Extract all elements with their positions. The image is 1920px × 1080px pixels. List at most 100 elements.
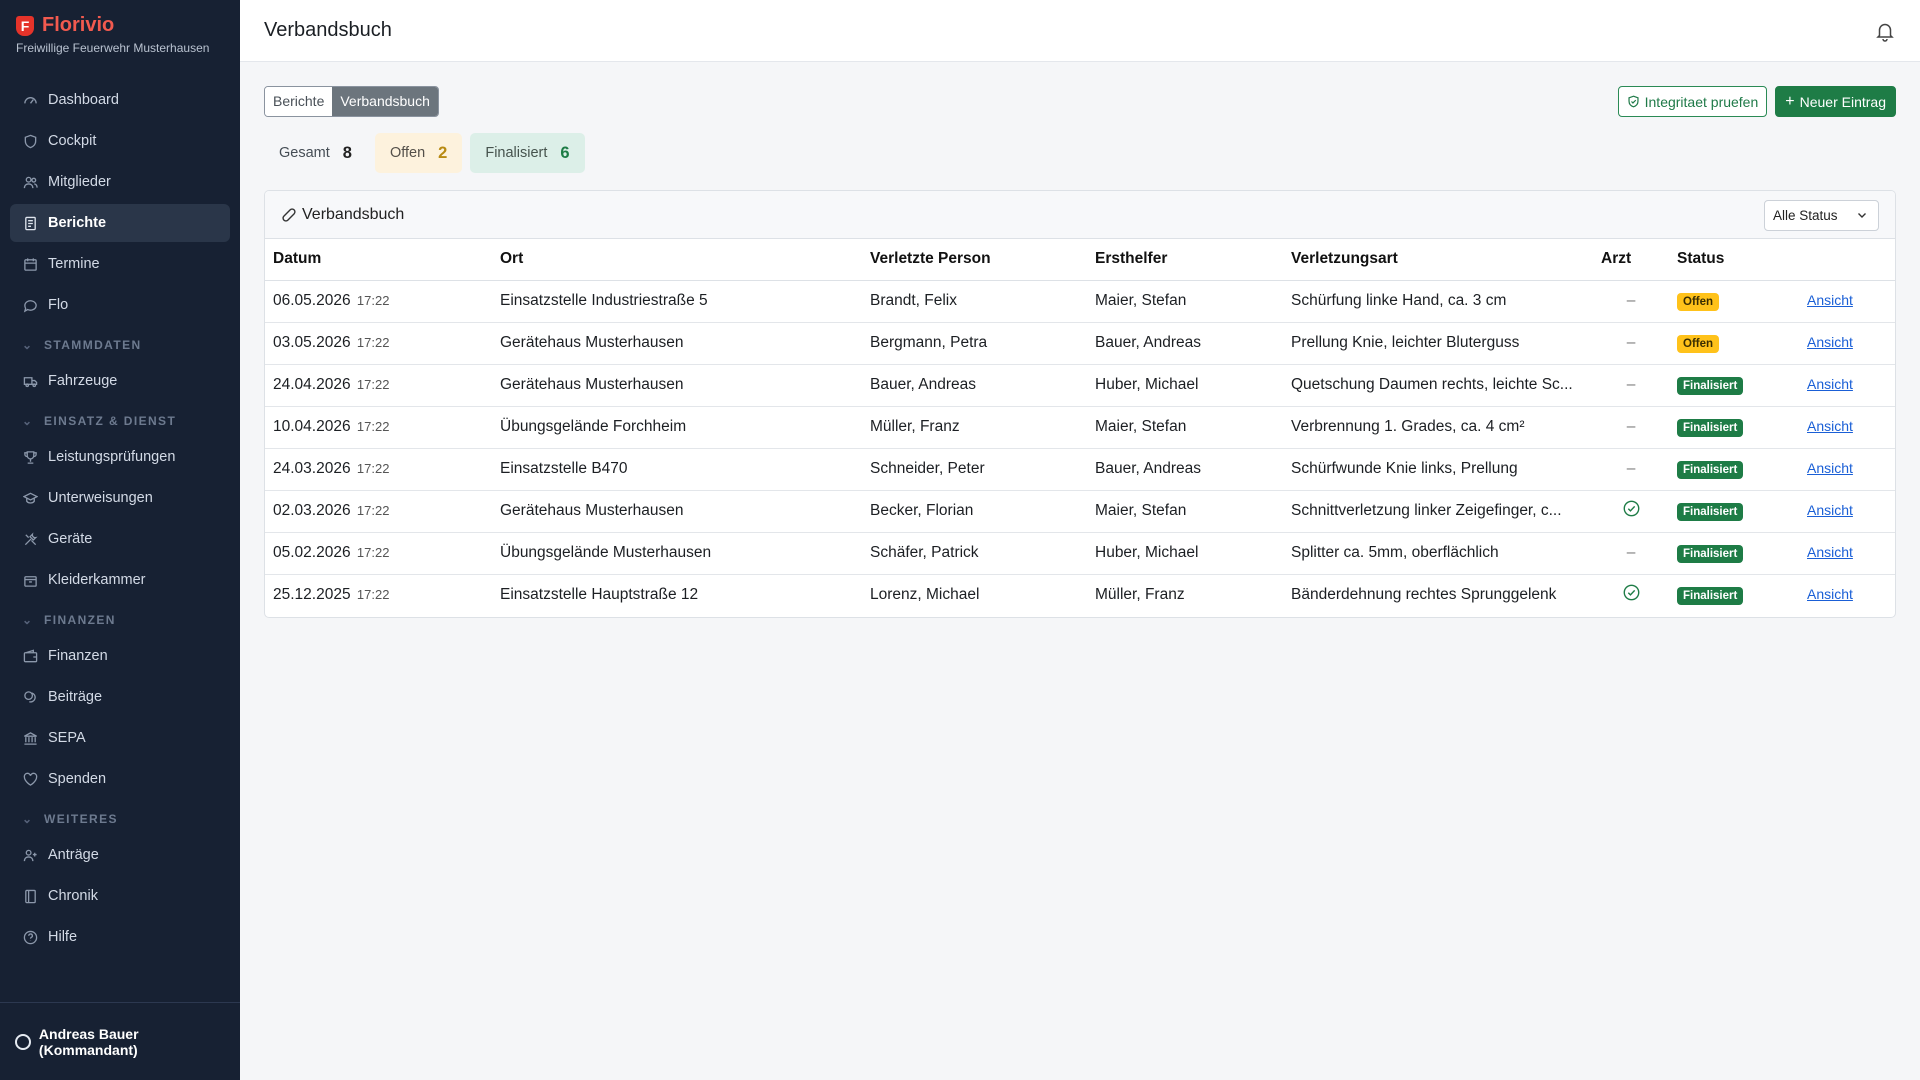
box-icon [22,572,38,588]
location-cell: Einsatzstelle B470 [492,448,862,491]
status-cell: Finalisiert [1669,364,1799,407]
date-cell: 06.05.2026 17:22 [265,280,492,323]
sidebar-item-beitraege[interactable]: Beiträge [10,678,230,716]
status-filter-value: Alle Status [1773,208,1838,223]
injured-person-cell: Müller, Franz [862,406,1087,449]
column-header-ort[interactable]: Ort [492,239,862,281]
brand[interactable]: F Florivio Freiwillige Feuerwehr Musterh… [16,14,209,55]
column-header-datum[interactable]: Datum [265,239,492,281]
stat-open[interactable]: Offen 2 [374,133,463,173]
column-header-verletzungsart[interactable]: Verletzungsart [1283,239,1593,281]
sidebar-item-berichte[interactable]: Berichte [10,204,230,242]
status-badge: Finalisiert [1677,418,1744,437]
column-header-status[interactable]: Status [1669,239,1799,281]
app-name: Florivio [42,14,115,36]
dashboard-icon [22,92,38,108]
status-cell: Finalisiert [1669,448,1799,491]
column-header-verletzte-person[interactable]: Verletzte Person [862,239,1087,281]
sidebar-item-cockpit[interactable]: Cockpit [10,122,230,160]
view-link[interactable]: Ansicht [1807,544,1853,560]
sidebar-item-sepa[interactable]: SEPA [10,719,230,757]
stat-finalized[interactable]: Finalisiert 6 [470,133,585,173]
view-link[interactable]: Ansicht [1807,292,1853,308]
sidebar-item-finanzen[interactable]: Finanzen [10,637,230,675]
section-weiteres[interactable]: ⌄ WEITERES [10,801,230,836]
sidebar-item-unterweisungen[interactable]: Unterweisungen [10,479,230,517]
section-einsatz-dienst[interactable]: ⌄ EINSATZ & DIENST [10,403,230,438]
section-title: FINANZEN [44,612,116,627]
sidebar-item-chronik[interactable]: Chronik [10,877,230,915]
view-link[interactable]: Ansicht [1807,418,1853,434]
table-row[interactable]: 03.05.2026 17:22 Gerätehaus Musterhausen B… [265,322,1895,365]
tab-berichte[interactable]: Berichte [265,87,333,116]
user-menu[interactable]: Andreas Bauer (Kommandant) [0,1002,240,1080]
new-entry-button[interactable]: + Neuer Eintrag [1775,86,1896,117]
stat-total-value: 8 [342,143,352,162]
date-value: 05.02.2026 [273,544,351,561]
verbandsbuch-card: Verbandsbuch Alle Status Datum Ort Verle… [264,190,1896,618]
sidebar-item-kleiderkammer[interactable]: Kleiderkammer [10,561,230,599]
section-title: EINSATZ & DIENST [44,413,177,428]
table-row[interactable]: 24.03.2026 17:22 Einsatzstelle B470 Schnei… [265,448,1895,491]
sidebar-item-flo[interactable]: Flo [10,286,230,324]
status-filter-select[interactable]: Alle Status [1764,200,1879,231]
section-stammdaten[interactable]: ⌄ STAMMDATEN [10,327,230,362]
table-row[interactable]: 06.05.2026 17:22 Einsatzstelle Industries… [265,280,1895,323]
sidebar-item-dashboard[interactable]: Dashboard [10,81,230,119]
time-value: 17:22 [356,461,390,476]
view-link[interactable]: Ansicht [1807,502,1853,518]
check-integrity-button[interactable]: Integritaet pruefen [1617,86,1768,117]
sidebar-item-label: Berichte [48,215,107,231]
view-link[interactable]: Ansicht [1807,586,1853,602]
first-aider-cell: Maier, Stefan [1087,490,1283,533]
table-row[interactable]: 25.12.2025 17:22 Einsatzstelle Hauptstraß… [265,574,1895,616]
tools-icon [22,531,38,547]
check-circle-icon [1623,584,1640,601]
status-cell: Offen [1669,322,1799,365]
tab-verbandsbuch[interactable]: Verbandsbuch [332,87,438,116]
table-row[interactable]: 05.02.2026 17:22 Übungsgelände Musterhaus… [265,532,1895,575]
sidebar-item-fahrzeuge[interactable]: Fahrzeuge [10,362,230,400]
time-value: 17:22 [356,419,390,434]
sidebar-item-leistungspruefungen[interactable]: Leistungsprüfungen [10,438,230,476]
wallet-icon [22,648,38,664]
sidebar-item-termine[interactable]: Termine [10,245,230,283]
table-row[interactable]: 10.04.2026 17:22 Übungsgelände Forchheim M… [265,406,1895,449]
user-avatar-icon [15,1033,31,1050]
table-row[interactable]: 24.04.2026 17:22 Gerätehaus Musterhausen B… [265,364,1895,407]
action-cell: Ansicht [1799,364,1895,407]
table-header-row: Datum Ort Verletzte Person Ersthelfer Ve… [265,239,1895,281]
view-link[interactable]: Ansicht [1807,376,1853,392]
user-plus-icon [22,847,38,863]
table-row[interactable]: 02.03.2026 17:22 Gerätehaus Musterhausen B… [265,490,1895,533]
org-name: Freiwillige Feuerwehr Musterhausen [16,41,210,55]
sidebar-item-antraege[interactable]: Anträge [10,836,230,874]
injured-person-cell: Schneider, Peter [862,448,1087,491]
view-link[interactable]: Ansicht [1807,460,1853,476]
column-header-arzt[interactable]: Arzt [1593,239,1669,281]
time-value: 17:22 [356,335,390,350]
page-title: Verbandsbuch [264,19,392,41]
sidebar-item-geraete[interactable]: Geräte [10,520,230,558]
first-aider-cell: Bauer, Andreas [1087,322,1283,365]
sidebar-item-mitglieder[interactable]: Mitglieder [10,163,230,201]
time-value: 17:22 [356,587,390,603]
stat-total[interactable]: Gesamt 8 [264,133,367,173]
new-entry-label: Neuer Eintrag [1799,93,1886,110]
sidebar-item-label: Mitglieder [48,174,111,190]
bell-icon[interactable] [1874,20,1896,42]
sidebar-item-spenden[interactable]: Spenden [10,760,230,798]
date-value: 25.12.2025 [273,586,351,604]
view-toggle: Berichte Verbandsbuch [264,86,439,117]
injury-type-cell: Bänderdehnung rechtes Sprunggelenk [1291,586,1557,604]
sidebar-item-hilfe[interactable]: Hilfe [10,918,230,956]
injured-person-cell: Lorenz, Michael [870,586,980,604]
arzt-cell: – [1593,322,1669,365]
action-cell: Ansicht [1799,574,1895,616]
section-finanzen[interactable]: ⌄ FINANZEN [10,602,230,637]
view-link[interactable]: Ansicht [1807,334,1853,350]
column-header-ersthelfer[interactable]: Ersthelfer [1087,239,1283,281]
first-aider-cell: Bauer, Andreas [1087,448,1283,491]
sidebar-item-label: Termine [48,256,100,272]
first-aider-cell: Maier, Stefan [1087,280,1283,323]
